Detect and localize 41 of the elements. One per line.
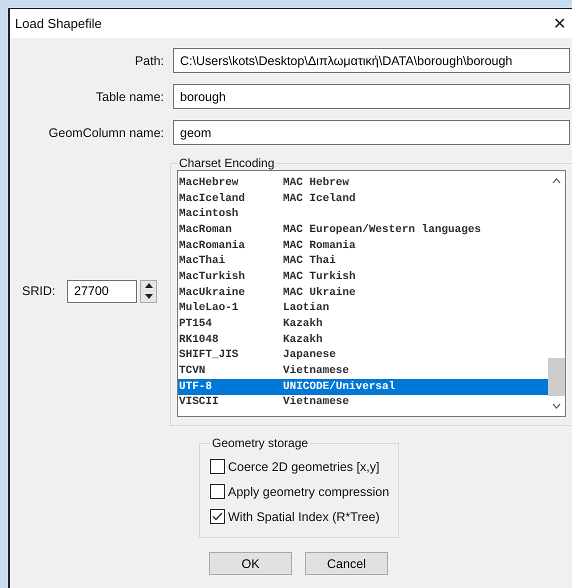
checkbox-label: Apply geometry compression: [228, 484, 390, 498]
list-item[interactable]: MacTurkish MAC Turkish: [178, 269, 548, 285]
group-title: Charset Encoding: [178, 156, 276, 170]
checkbox-label: With Spatial Index (R*Tree): [228, 510, 380, 524]
down-arrow-icon[interactable]: [144, 294, 152, 299]
list-item[interactable]: VISCII Vietnamese: [178, 394, 548, 410]
list-item[interactable]: MacUkraine MAC Ukraine: [178, 284, 548, 300]
text-field[interactable]: geom: [173, 120, 570, 145]
field-label: Path:: [134, 54, 164, 68]
checkbox[interactable]: [210, 509, 225, 524]
list-item[interactable]: PT154 Kazakh: [178, 316, 548, 332]
list-item[interactable]: Macintosh: [178, 206, 548, 222]
field-label: Table name:: [94, 90, 164, 104]
text-field[interactable]: C:\Users\kots\Desktop\Διπλωματική\DATA\borough\borough: [173, 48, 570, 73]
list-item[interactable]: MacRoman MAC European/Western languages: [178, 222, 548, 238]
list-item[interactable]: MacThai MAC Thai: [178, 253, 548, 270]
window-title: Load Shapefile: [15, 16, 102, 31]
list-item[interactable]: MacHebrew MAC Hebrew: [178, 175, 548, 191]
cancel-button[interactable]: Cancel: [305, 552, 388, 575]
list-item[interactable]: SHIFT_JIS Japanese: [178, 348, 548, 364]
field-label: GeomColumn name:: [48, 126, 164, 140]
checkbox[interactable]: [210, 484, 225, 499]
srid-field[interactable]: 27700: [67, 280, 137, 302]
scroll-thumb[interactable]: [548, 358, 565, 396]
ok-button[interactable]: OK: [209, 552, 292, 575]
checkbox[interactable]: [210, 459, 225, 474]
text-field[interactable]: borough: [173, 84, 570, 109]
list-item[interactable]: TCVN Vietnamese: [178, 363, 548, 379]
list-item[interactable]: MacIceland MAC Iceland: [178, 190, 548, 206]
group-title: Geometry storage: [211, 436, 310, 450]
list-item[interactable]: RK1048 Kazakh: [178, 332, 548, 348]
list-item[interactable]: MacRomania MAC Romania: [178, 238, 548, 254]
close-button[interactable]: ✕: [547, 14, 572, 34]
spin-button[interactable]: [140, 280, 157, 302]
scroll-up-icon[interactable]: [552, 178, 561, 184]
up-arrow-icon[interactable]: [144, 283, 152, 288]
checkbox-label: Coerce 2D geometries [x,y]: [228, 460, 380, 474]
list-item[interactable]: UTF-8 UNICODE/Universal: [178, 378, 548, 395]
scroll-down-icon[interactable]: [552, 403, 561, 409]
list-item[interactable]: MuleLao-1 Laotian: [178, 300, 548, 316]
srid-label: SRID:: [22, 284, 56, 298]
